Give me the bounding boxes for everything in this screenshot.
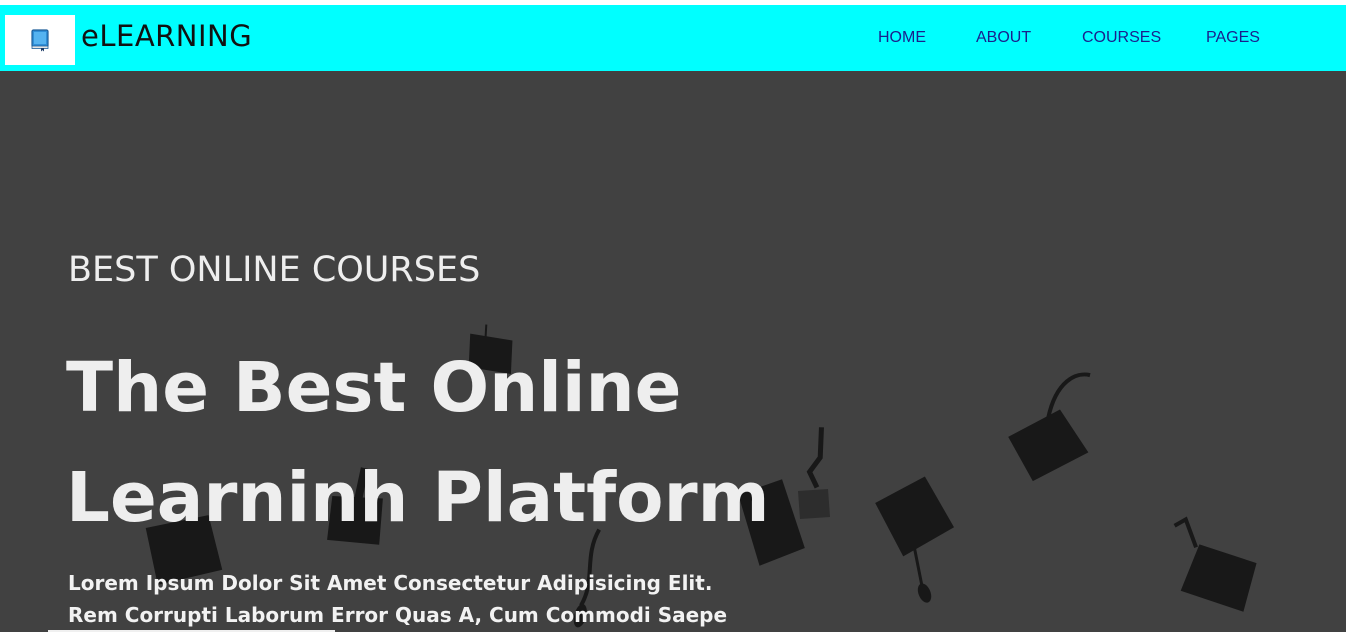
hero-description-line-2: Rem Corrupti Laborum Error Quas A, Cum C… <box>68 603 728 627</box>
nav-home-link[interactable]: HOME <box>878 28 926 48</box>
hero-title: The Best Online Learninh Platform <box>66 333 786 553</box>
hero-title-line-2: Learninh Platform <box>66 458 770 538</box>
hero-description: Lorem Ipsum Dolor Sit Amet Consectetur A… <box>68 567 768 631</box>
main-nav: HOME ABOUT COURSES PAGES <box>0 28 1346 48</box>
navbar: eLEARNING HOME ABOUT COURSES PAGES <box>0 5 1346 71</box>
nav-about-link[interactable]: ABOUT <box>976 28 1031 48</box>
hero-title-line-1: The Best Online <box>66 348 682 428</box>
page: eLEARNING HOME ABOUT COURSES PAGES BEST … <box>0 0 1346 632</box>
hero-description-line-1: Lorem Ipsum Dolor Sit Amet Consectetur A… <box>68 571 713 595</box>
nav-pages-link[interactable]: PAGES <box>1206 28 1260 48</box>
hero-section: BEST ONLINE COURSES The Best Online Lear… <box>0 71 1346 632</box>
nav-courses-link[interactable]: COURSES <box>1082 28 1161 48</box>
hero-kicker: BEST ONLINE COURSES <box>68 250 481 290</box>
